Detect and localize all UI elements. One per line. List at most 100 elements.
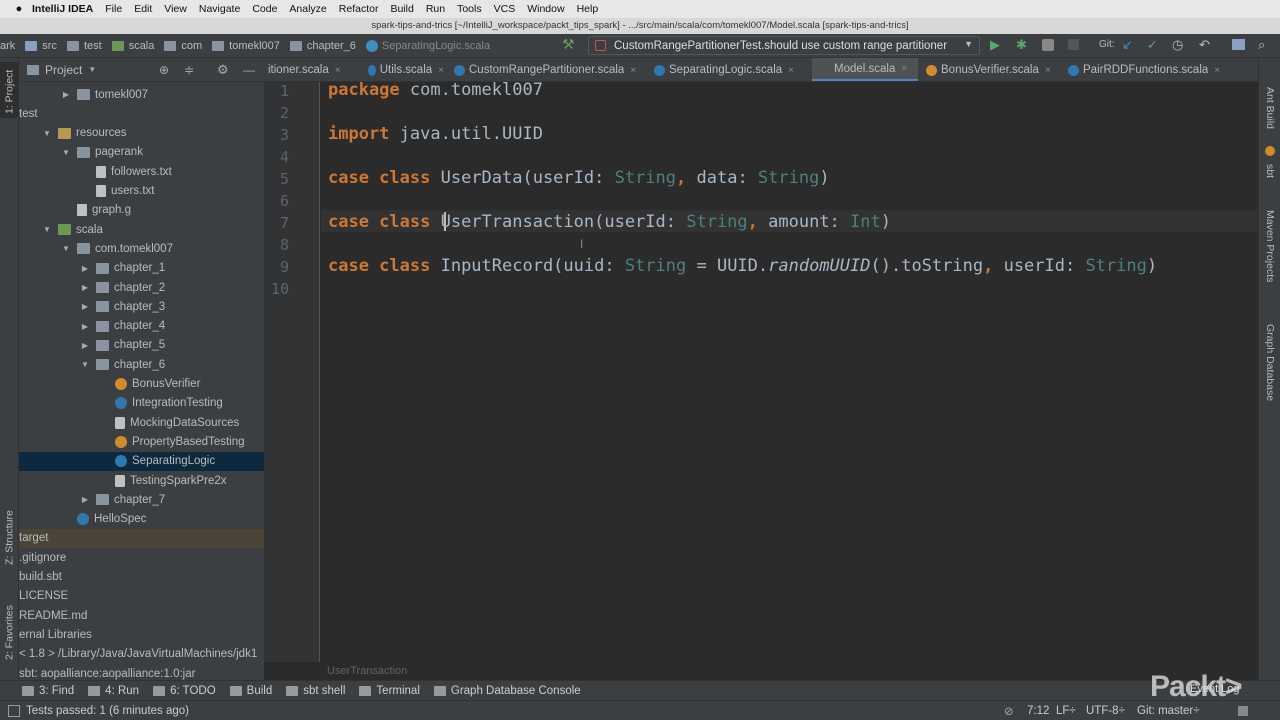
tool-window-sbt[interactable]: sbt <box>1259 158 1280 184</box>
editor-tab[interactable]: BonusVerifier.scala × <box>922 58 1058 81</box>
tree-item[interactable]: graph.g <box>19 201 264 220</box>
collapse-all-icon[interactable]: ≑ <box>184 63 194 77</box>
tree-item[interactable]: ▼ com.tomekl007 <box>19 239 264 258</box>
expand-arrow-icon[interactable]: ▼ <box>61 244 71 253</box>
breadcrumb-ark[interactable]: ark <box>0 40 15 52</box>
editor-tab[interactable]: CustomRangePartitioner.scala × <box>450 58 646 81</box>
menu-help[interactable]: Help <box>577 3 599 15</box>
tree-item[interactable]: ▼ pagerank <box>19 143 264 162</box>
project-view-title[interactable]: Project <box>45 63 82 77</box>
expand-arrow-icon[interactable]: ▼ <box>61 148 71 157</box>
expand-arrow-icon[interactable]: ▼ <box>80 360 90 369</box>
tool-window-ant-build[interactable]: Ant Build <box>1259 78 1280 138</box>
locate-icon[interactable]: ⊕ <box>159 63 169 77</box>
revert-icon[interactable]: ↶ <box>1199 37 1212 52</box>
tree-item[interactable]: SeparatingLogic <box>19 451 264 471</box>
tree-item[interactable]: ▼ resources <box>19 124 264 143</box>
bottom-tool-3-find[interactable]: 3: Find <box>22 685 74 697</box>
collapse-arrow-icon[interactable]: ▶ <box>61 90 71 99</box>
toggle-tool-windows-icon[interactable] <box>8 704 20 717</box>
tree-item[interactable]: build.sbt <box>19 568 264 587</box>
line-separator[interactable]: LF÷ <box>1056 705 1076 717</box>
lock-icon[interactable] <box>1238 705 1248 716</box>
tree-item[interactable]: target <box>19 528 264 548</box>
stop-icon[interactable] <box>1068 39 1079 50</box>
collapse-arrow-icon[interactable]: ▶ <box>80 264 90 273</box>
tool-window-graph-database[interactable]: Graph Database <box>1259 313 1280 413</box>
tree-item[interactable]: followers.txt <box>19 162 264 181</box>
tree-item[interactable]: ▶ chapter_5 <box>19 336 264 355</box>
editor-tab[interactable]: itioner.scala × <box>264 58 350 81</box>
tree-item[interactable]: ▶ chapter_3 <box>19 297 264 316</box>
expand-arrow-icon[interactable]: ▼ <box>42 225 52 234</box>
project-structure-icon[interactable] <box>1232 39 1245 50</box>
tool-window-structure[interactable]: Z: Structure <box>0 498 19 578</box>
commit-icon[interactable]: ✓ <box>1147 37 1160 52</box>
tree-item[interactable]: LICENSE <box>19 587 264 606</box>
tree-item[interactable]: ernal Libraries <box>19 625 264 644</box>
tree-item[interactable]: ▶ chapter_4 <box>19 317 264 336</box>
tree-item[interactable]: BonusVerifier <box>19 375 264 394</box>
breadcrumb-test[interactable]: test <box>66 40 102 52</box>
app-name[interactable]: IntelliJ IDEA <box>32 3 93 15</box>
tree-item[interactable]: TestingSparkPre2x <box>19 471 264 490</box>
close-icon[interactable]: × <box>1045 65 1051 76</box>
close-icon[interactable]: × <box>1214 65 1220 76</box>
tree-item[interactable]: ▶ tomekl007 <box>19 85 264 104</box>
menu-edit[interactable]: Edit <box>134 3 152 15</box>
tree-item[interactable]: ▶ chapter_7 <box>19 490 264 509</box>
menu-code[interactable]: Code <box>252 3 277 15</box>
menu-refactor[interactable]: Refactor <box>339 3 379 15</box>
coverage-icon[interactable] <box>1042 39 1054 51</box>
tree-item[interactable]: < 1.8 > /Library/Java/JavaVirtualMachine… <box>19 645 264 664</box>
history-icon[interactable]: ◷ <box>1172 37 1185 52</box>
breadcrumb-com[interactable]: com <box>164 40 202 52</box>
tree-item[interactable]: .gitignore <box>19 548 264 567</box>
breadcrumb-file[interactable]: SeparatingLogic.scala <box>365 39 490 52</box>
close-icon[interactable]: × <box>438 65 444 76</box>
editor-tab[interactable]: Utils.scala × <box>364 58 444 81</box>
tree-item[interactable]: MockingDataSources <box>19 413 264 432</box>
menu-build[interactable]: Build <box>390 3 413 15</box>
bottom-tool-graph-database-console[interactable]: Graph Database Console <box>433 685 581 697</box>
inspection-icon[interactable]: ⊘ <box>1004 704 1014 718</box>
close-icon[interactable]: × <box>901 63 907 74</box>
expand-arrow-icon[interactable]: ▼ <box>42 129 52 138</box>
bottom-tool-sbt-shell[interactable]: sbt shell <box>286 685 345 697</box>
chevron-down-icon[interactable]: ▼ <box>88 65 96 74</box>
tree-item[interactable]: HelloSpec <box>19 510 264 529</box>
tool-window-maven[interactable]: Maven Projects <box>1259 196 1280 296</box>
tree-item[interactable]: ▶ chapter_2 <box>19 278 264 297</box>
collapse-arrow-icon[interactable]: ▶ <box>80 341 90 350</box>
editor-breadcrumb[interactable]: UserTransaction <box>321 662 1258 680</box>
status-message[interactable]: Tests passed: 1 (6 minutes ago) <box>26 705 189 717</box>
breadcrumb-src[interactable]: src <box>25 40 57 52</box>
bottom-tool-6-todo[interactable]: 6: TODO <box>153 685 216 697</box>
apple-icon[interactable]: ● <box>12 3 26 15</box>
git-branch[interactable]: Git: master÷ <box>1137 705 1200 717</box>
bottom-tool-terminal[interactable]: Terminal <box>359 685 420 697</box>
run-configuration-select[interactable]: CustomRangePartitionerTest.should use cu… <box>588 36 980 55</box>
breadcrumb-scala[interactable]: scala <box>111 40 154 52</box>
menu-run[interactable]: Run <box>426 3 445 15</box>
update-project-icon[interactable]: ↙ <box>1122 37 1135 52</box>
bottom-tool-build[interactable]: Build <box>229 685 272 697</box>
tool-window-favorites[interactable]: 2: Favorites <box>0 593 19 673</box>
editor-tab[interactable]: PairRDDFunctions.scala × <box>1064 58 1224 81</box>
bottom-tool-4-run[interactable]: 4: Run <box>88 685 139 697</box>
menu-view[interactable]: View <box>164 3 187 15</box>
menu-analyze[interactable]: Analyze <box>289 3 326 15</box>
tree-item[interactable]: ▼ chapter_6 <box>19 355 264 374</box>
close-icon[interactable]: × <box>335 65 341 76</box>
editor-tab[interactable]: Model.scala × <box>812 58 918 81</box>
file-encoding[interactable]: UTF-8÷ <box>1086 705 1125 717</box>
breadcrumb-chapter-6[interactable]: chapter_6 <box>289 40 356 52</box>
collapse-arrow-icon[interactable]: ▶ <box>80 283 90 292</box>
menu-file[interactable]: File <box>105 3 122 15</box>
gear-icon[interactable]: ⚙ <box>217 62 229 78</box>
breadcrumb-tomekl007[interactable]: tomekl007 <box>212 40 280 52</box>
tree-item[interactable]: PropertyBasedTesting <box>19 432 264 451</box>
close-icon[interactable]: × <box>630 65 636 76</box>
collapse-arrow-icon[interactable]: ▶ <box>80 495 90 504</box>
hide-panel-icon[interactable]: — <box>243 63 255 77</box>
